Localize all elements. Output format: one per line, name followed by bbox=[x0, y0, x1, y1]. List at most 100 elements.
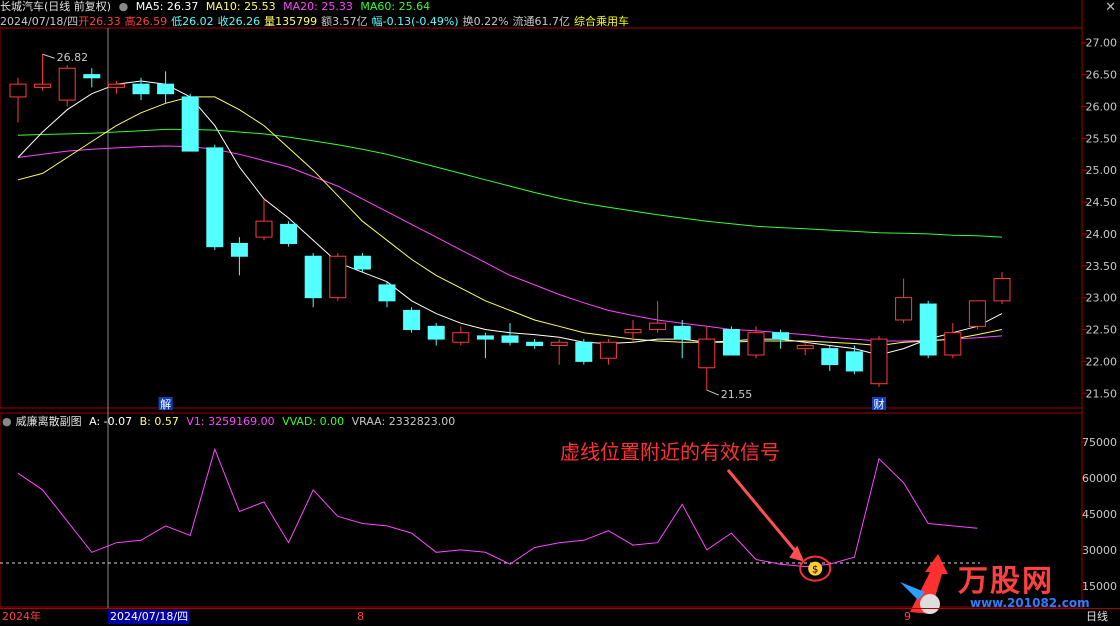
time-label-year: 2024年 bbox=[2, 610, 41, 623]
sub-vraa-label: VRAA: 2332823.00 bbox=[351, 415, 456, 428]
candle-up bbox=[649, 322, 667, 331]
brand-text: 万股网 bbox=[958, 564, 1054, 599]
candle-up bbox=[624, 329, 642, 334]
close-icon[interactable]: ✕ bbox=[1105, 0, 1116, 15]
quote-high: 高26.59 bbox=[124, 15, 168, 28]
ma20-label: MA20: 25.33 bbox=[283, 0, 353, 13]
candle-down bbox=[403, 309, 421, 331]
candle-up bbox=[58, 67, 76, 101]
annotation-arrow bbox=[726, 469, 801, 557]
quote-open: 开26.33 bbox=[78, 15, 121, 28]
candle-down bbox=[772, 332, 790, 340]
candle-down bbox=[83, 74, 101, 79]
quote-volume: 量135799 bbox=[264, 15, 318, 28]
candle-up bbox=[9, 83, 27, 98]
candle-down bbox=[845, 351, 863, 372]
candle-down bbox=[280, 223, 298, 244]
candle-up bbox=[698, 338, 716, 369]
price-tick-label: 24.50 bbox=[1086, 196, 1118, 209]
ma20-line bbox=[17, 145, 1003, 342]
time-label-aug: 8 bbox=[357, 610, 364, 623]
quote-change: 幅-0.13(-0.49%) bbox=[371, 15, 459, 28]
candle-down bbox=[157, 83, 175, 95]
candle-down bbox=[722, 329, 740, 356]
money-bag-symbol: $ bbox=[812, 565, 818, 576]
ma5-line bbox=[17, 80, 1003, 356]
low-marker: 21.55 bbox=[721, 388, 753, 401]
price-tick-label: 26.00 bbox=[1086, 100, 1118, 113]
candle-up bbox=[993, 278, 1011, 302]
price-tick-label: 21.50 bbox=[1086, 387, 1118, 400]
price-tick-label: 26.50 bbox=[1086, 69, 1118, 82]
ma10-label: MA10: 25.53 bbox=[205, 0, 276, 13]
quote-line: 2024/07/18/四开26.33 高26.59 低26.02 收26.26 量135… bbox=[0, 15, 633, 29]
price-tick-label: 23.00 bbox=[1086, 292, 1118, 305]
candle-up bbox=[870, 338, 888, 385]
candle-up bbox=[895, 297, 913, 321]
ma60-label: MA60: 25.64 bbox=[360, 0, 431, 13]
candle-down bbox=[378, 284, 396, 302]
sub-a-label: A: -0.07 bbox=[89, 415, 133, 428]
sub-b-label: B: 0.57 bbox=[139, 415, 179, 428]
candle-down bbox=[673, 325, 691, 340]
sub-settings-dot-icon[interactable]: ● bbox=[2, 415, 12, 428]
price-tick-label: 25.00 bbox=[1086, 164, 1118, 177]
kline-chart[interactable]: 26.82 21.55 解 财 $ 27.00 26.50 26.00 25.50 25.00… bbox=[0, 0, 1120, 625]
quote-date: 2024/07/18/四 bbox=[0, 15, 79, 28]
sub-v1-label: V1: 3259169.00 bbox=[186, 415, 275, 428]
sub-chart-title[interactable]: 威廉离散副图 bbox=[16, 415, 82, 428]
candle-up bbox=[796, 344, 814, 350]
indicator-header: 长城汽车(日线 前复权) ● MA5: 26.37 MA10: 25.53 MA… bbox=[0, 0, 434, 14]
high-marker-arrow bbox=[42, 53, 55, 59]
quote-low: 低26.02 bbox=[171, 15, 214, 28]
candle-up bbox=[968, 300, 986, 327]
period-label: (日线 前复权) bbox=[44, 0, 112, 13]
settings-dot-icon[interactable]: ● bbox=[119, 0, 129, 13]
candle-down bbox=[476, 335, 494, 340]
event-label: 解 bbox=[160, 397, 171, 411]
signal-annotation: 虚线位置附近的有效信号 bbox=[560, 440, 780, 464]
quote-sector[interactable]: 综合乘用车 bbox=[574, 15, 629, 28]
event-label: 财 bbox=[874, 397, 885, 411]
stock-name[interactable]: 长城汽车 bbox=[0, 0, 44, 13]
candle-down bbox=[575, 341, 593, 362]
sub-tick-label: 45000 bbox=[1082, 508, 1117, 521]
candle-down bbox=[427, 325, 445, 340]
candle-up bbox=[452, 332, 470, 343]
candle-down bbox=[206, 147, 224, 248]
candle-down bbox=[919, 303, 937, 356]
candle-down bbox=[526, 341, 544, 346]
quote-turnover: 换0.22% bbox=[462, 15, 509, 28]
period-selector[interactable]: 日线 bbox=[1086, 610, 1108, 624]
candle-up bbox=[550, 341, 568, 346]
sub-vvad-label: VVAD: 0.00 bbox=[282, 415, 345, 428]
price-tick-label: 24.00 bbox=[1086, 228, 1118, 241]
v1-line bbox=[17, 447, 978, 568]
sub-tick-label: 75000 bbox=[1082, 436, 1117, 449]
time-label-cursor: 2024/07/18/四 bbox=[108, 610, 191, 624]
candle-down bbox=[181, 96, 199, 152]
candle-down bbox=[353, 255, 371, 270]
candle-up bbox=[107, 83, 125, 88]
time-axis: 2024年 2024/07/18/四 8 9 日线 bbox=[0, 608, 1120, 626]
ma10-line bbox=[17, 96, 1003, 347]
candle-down bbox=[501, 335, 519, 343]
high-marker: 26.82 bbox=[57, 51, 89, 64]
candle-down bbox=[304, 255, 322, 299]
candle-up bbox=[944, 332, 962, 356]
candle-up bbox=[329, 255, 347, 299]
sub-tick-label: 60000 bbox=[1082, 472, 1117, 485]
low-marker-arrow bbox=[706, 389, 719, 396]
candle-down bbox=[821, 348, 839, 366]
candle-up bbox=[599, 341, 617, 359]
price-tick-label: 23.50 bbox=[1086, 260, 1118, 273]
candle-up bbox=[747, 332, 765, 356]
candle-down bbox=[132, 83, 150, 95]
price-tick-label: 25.50 bbox=[1086, 132, 1118, 145]
candle-up bbox=[34, 83, 52, 88]
price-tick-label: 22.50 bbox=[1086, 324, 1118, 337]
candle-up bbox=[255, 220, 273, 238]
price-tick-label: 27.00 bbox=[1086, 37, 1118, 50]
quote-close: 收26.26 bbox=[217, 15, 261, 28]
candle-down bbox=[230, 242, 248, 257]
